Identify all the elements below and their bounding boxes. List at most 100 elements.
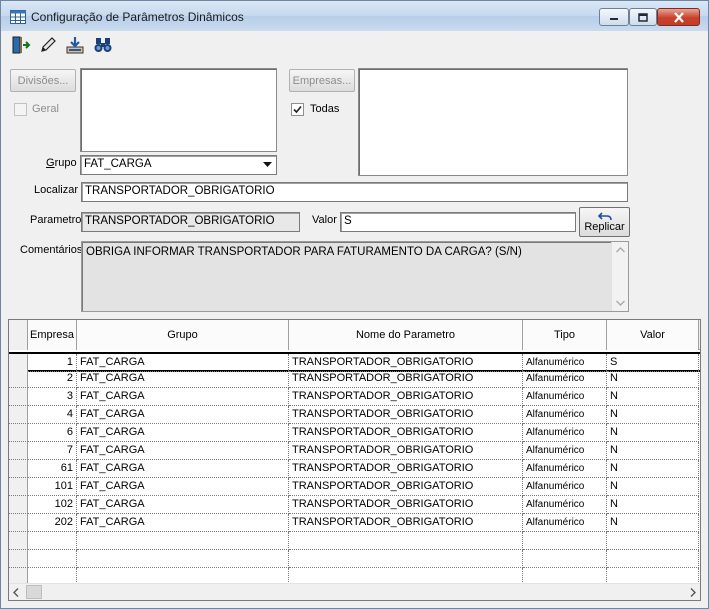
- maximize-button[interactable]: [629, 8, 657, 26]
- cell-empresa[interactable]: 2: [28, 370, 77, 388]
- table-row[interactable]: 6 FAT_CARGA TRANSPORTADOR_OBRIGATORIO Alfan…: [9, 424, 700, 442]
- parameters-grid[interactable]: Empresa Grupo Nome do Parametro Tipo Val…: [8, 319, 701, 601]
- cell-nome-parametro[interactable]: [289, 532, 523, 550]
- valor-input[interactable]: S: [340, 212, 576, 232]
- table-row[interactable]: [9, 532, 700, 550]
- edit-button[interactable]: [36, 34, 59, 56]
- close-button[interactable]: [657, 8, 700, 26]
- cell-tipo[interactable]: [523, 532, 607, 550]
- table-row[interactable]: 102 FAT_CARGA TRANSPORTADOR_OBRIGATORIO Alf…: [9, 496, 700, 514]
- row-indicator[interactable]: [9, 370, 28, 388]
- cell-grupo[interactable]: [77, 550, 289, 568]
- cell-valor[interactable]: N: [607, 478, 699, 496]
- cell-valor[interactable]: N: [607, 442, 699, 460]
- cell-empresa[interactable]: [28, 550, 77, 568]
- column-header-grupo[interactable]: Grupo: [77, 320, 289, 350]
- table-row[interactable]: 4 FAT_CARGA TRANSPORTADOR_OBRIGATORIO Alfan…: [9, 406, 700, 424]
- row-indicator[interactable]: [9, 478, 28, 496]
- cell-tipo[interactable]: Alfanumérico: [523, 514, 607, 532]
- cell-valor[interactable]: N: [607, 460, 699, 478]
- cell-nome-parametro[interactable]: TRANSPORTADOR_OBRIGATORIO: [289, 370, 523, 388]
- table-row[interactable]: 3 FAT_CARGA TRANSPORTADOR_OBRIGATORIO Alfan…: [9, 388, 700, 406]
- table-row[interactable]: 7 FAT_CARGA TRANSPORTADOR_OBRIGATORIO Alfan…: [9, 442, 700, 460]
- cell-nome-parametro[interactable]: TRANSPORTADOR_OBRIGATORIO: [289, 460, 523, 478]
- cell-tipo[interactable]: Alfanumérico: [523, 406, 607, 424]
- cell-grupo[interactable]: FAT_CARGA: [77, 406, 289, 424]
- cell-tipo[interactable]: Alfanumérico: [523, 496, 607, 514]
- row-indicator[interactable]: [9, 496, 28, 514]
- empresas-button[interactable]: Empresas...: [289, 69, 355, 92]
- cell-tipo[interactable]: Alfanumérico: [523, 424, 607, 442]
- cell-grupo[interactable]: FAT_CARGA: [77, 496, 289, 514]
- divisoes-button[interactable]: Divisões...: [10, 69, 76, 92]
- cell-valor[interactable]: N: [607, 514, 699, 532]
- cell-grupo[interactable]: FAT_CARGA: [77, 388, 289, 406]
- cell-empresa[interactable]: 7: [28, 442, 77, 460]
- cell-tipo[interactable]: Alfanumérico: [523, 370, 607, 388]
- row-indicator[interactable]: [9, 388, 28, 406]
- divisions-listbox[interactable]: [80, 68, 277, 152]
- cell-empresa[interactable]: 102: [28, 496, 77, 514]
- row-indicator[interactable]: [9, 442, 28, 460]
- cell-valor[interactable]: N: [607, 496, 699, 514]
- cell-nome-parametro[interactable]: TRANSPORTADOR_OBRIGATORIO: [289, 406, 523, 424]
- search-button[interactable]: [91, 34, 114, 56]
- row-indicator[interactable]: [9, 514, 28, 532]
- cell-grupo[interactable]: [77, 532, 289, 550]
- row-indicator[interactable]: [9, 424, 28, 442]
- companies-listbox[interactable]: [358, 68, 628, 176]
- row-indicator[interactable]: [9, 406, 28, 424]
- cell-valor[interactable]: [607, 550, 699, 568]
- memo-vertical-scrollbar[interactable]: [611, 242, 628, 311]
- cell-empresa[interactable]: 61: [28, 460, 77, 478]
- cell-nome-parametro[interactable]: TRANSPORTADOR_OBRIGATORIO: [289, 388, 523, 406]
- scroll-thumb[interactable]: [26, 585, 42, 599]
- column-header-tipo[interactable]: Tipo: [523, 320, 607, 350]
- cell-valor[interactable]: [607, 532, 699, 550]
- table-row[interactable]: 101 FAT_CARGA TRANSPORTADOR_OBRIGATORIO Alf…: [9, 478, 700, 496]
- cell-grupo[interactable]: FAT_CARGA: [77, 370, 289, 388]
- cell-tipo[interactable]: Alfanumérico: [523, 478, 607, 496]
- column-header-valor[interactable]: Valor: [607, 320, 699, 350]
- cell-empresa[interactable]: 101: [28, 478, 77, 496]
- cell-empresa[interactable]: 3: [28, 388, 77, 406]
- cell-grupo[interactable]: FAT_CARGA: [77, 460, 289, 478]
- cell-valor[interactable]: N: [607, 370, 699, 388]
- cell-nome-parametro[interactable]: TRANSPORTADOR_OBRIGATORIO: [289, 424, 523, 442]
- exit-button[interactable]: [9, 34, 32, 56]
- cell-empresa[interactable]: 6: [28, 424, 77, 442]
- minimize-button[interactable]: [599, 8, 629, 26]
- cell-empresa[interactable]: 202: [28, 514, 77, 532]
- table-row[interactable]: 202 FAT_CARGA TRANSPORTADOR_OBRIGATORIO Alf…: [9, 514, 700, 532]
- cell-valor[interactable]: N: [607, 388, 699, 406]
- table-row[interactable]: 1 FAT_CARGA TRANSPORTADOR_OBRIGATORIO Alfan…: [9, 352, 700, 372]
- localizar-input[interactable]: TRANSPORTADOR_OBRIGATORIO: [81, 182, 628, 202]
- todas-checkbox[interactable]: [291, 103, 304, 116]
- cell-nome-parametro[interactable]: [289, 550, 523, 568]
- combo-dropdown-button[interactable]: [259, 157, 275, 173]
- row-indicator[interactable]: [9, 550, 28, 568]
- column-header-nome-parametro[interactable]: Nome do Parametro: [289, 320, 523, 350]
- cell-nome-parametro[interactable]: TRANSPORTADOR_OBRIGATORIO: [289, 478, 523, 496]
- cell-empresa[interactable]: 4: [28, 406, 77, 424]
- title-bar[interactable]: Configuração de Parâmetros Dinâmicos: [1, 1, 708, 31]
- cell-nome-parametro[interactable]: TRANSPORTADOR_OBRIGATORIO: [289, 442, 523, 460]
- table-row[interactable]: 61 FAT_CARGA TRANSPORTADOR_OBRIGATORIO Alfa…: [9, 460, 700, 478]
- cell-tipo[interactable]: Alfanumérico: [523, 442, 607, 460]
- replicar-button[interactable]: Replicar: [579, 207, 630, 237]
- table-row[interactable]: 2 FAT_CARGA TRANSPORTADOR_OBRIGATORIO Alfan…: [9, 370, 700, 388]
- cell-grupo[interactable]: FAT_CARGA: [77, 514, 289, 532]
- cell-valor[interactable]: N: [607, 406, 699, 424]
- save-button[interactable]: [63, 34, 86, 56]
- grid-horizontal-scrollbar[interactable]: [9, 583, 700, 600]
- column-header-empresa[interactable]: Empresa: [28, 320, 77, 350]
- cell-valor[interactable]: N: [607, 424, 699, 442]
- cell-nome-parametro[interactable]: TRANSPORTADOR_OBRIGATORIO: [289, 514, 523, 532]
- table-row[interactable]: [9, 550, 700, 568]
- comentarios-memo[interactable]: OBRIGA INFORMAR TRANSPORTADOR PARA FATUR…: [81, 241, 629, 312]
- cell-empresa[interactable]: [28, 532, 77, 550]
- geral-checkbox[interactable]: [14, 103, 27, 116]
- row-indicator[interactable]: [9, 532, 28, 550]
- cell-grupo[interactable]: FAT_CARGA: [77, 424, 289, 442]
- cell-grupo[interactable]: FAT_CARGA: [77, 478, 289, 496]
